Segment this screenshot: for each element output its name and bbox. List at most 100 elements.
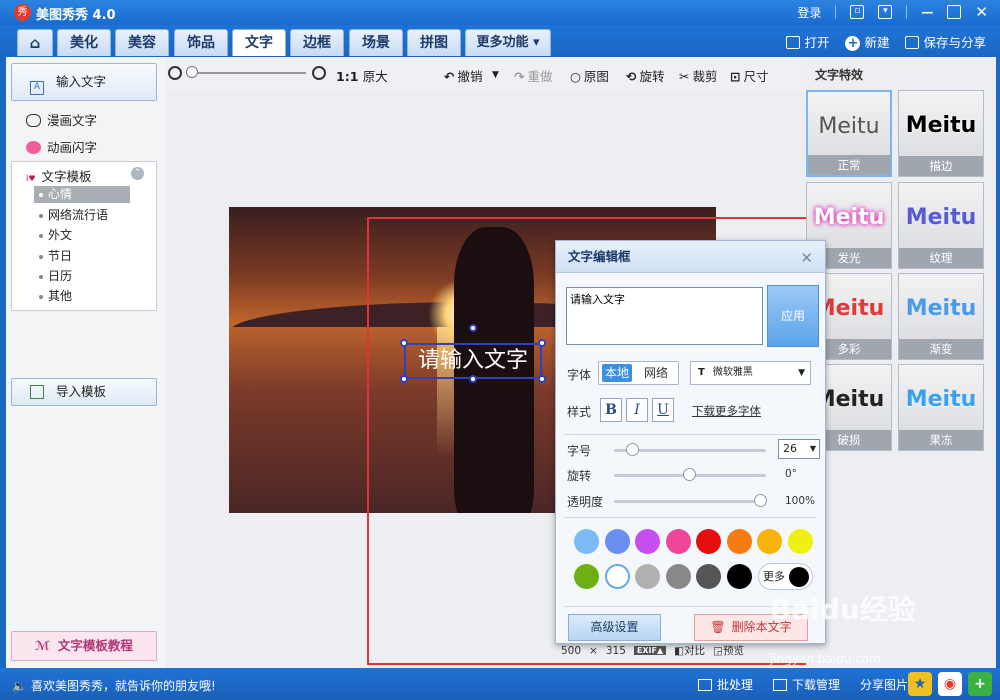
- menu-icon[interactable]: ▾: [878, 5, 893, 19]
- color-swatch[interactable]: [787, 529, 813, 554]
- template-item-other[interactable]: 其他: [34, 288, 130, 305]
- compare-button[interactable]: ◧对比: [674, 643, 705, 658]
- exif-button[interactable]: EXIF▲: [633, 646, 667, 655]
- close-icon[interactable]: ✕: [800, 249, 813, 267]
- underline-button[interactable]: U: [652, 398, 674, 422]
- color-swatch[interactable]: [696, 564, 721, 589]
- color-swatch[interactable]: [726, 529, 752, 554]
- message-icon[interactable]: ▫: [850, 5, 865, 19]
- template-item-mood[interactable]: 心情: [34, 186, 130, 203]
- effect-label: 描边: [899, 156, 983, 176]
- template-item-foreign[interactable]: 外文: [34, 227, 130, 244]
- more-colors-button[interactable]: 更多: [758, 563, 813, 590]
- tab-frame[interactable]: 边框: [290, 29, 344, 56]
- actual-size-button[interactable]: 1:1 原大: [336, 66, 388, 85]
- new-button[interactable]: + 新建: [845, 32, 889, 51]
- status-message: 🔈 喜欢美图秀秀，就告诉你的朋友哦!: [12, 677, 216, 694]
- font-select[interactable]: T 微软雅黑 ▼: [690, 361, 811, 385]
- rotation-knob[interactable]: [683, 468, 696, 481]
- color-swatch[interactable]: [665, 564, 691, 589]
- close-icon[interactable]: ✕: [975, 3, 988, 21]
- minimize-icon[interactable]: —: [921, 5, 933, 19]
- collapse-icon[interactable]: ⌃: [131, 167, 144, 180]
- rotate-button[interactable]: ⟲ 旋转: [626, 66, 665, 85]
- color-swatch[interactable]: [635, 564, 660, 589]
- comic-text-item[interactable]: 漫画文字: [26, 110, 97, 129]
- tab-collage[interactable]: 拼图: [407, 29, 461, 56]
- template-tutorial-button[interactable]: ℳ 文字模板教程: [11, 631, 157, 661]
- rotation-value: 0°: [785, 468, 797, 480]
- input-text-button[interactable]: A 输入文字: [11, 63, 157, 101]
- bold-button[interactable]: B: [600, 398, 622, 422]
- color-swatch[interactable]: [665, 529, 691, 554]
- font-size-select[interactable]: 26 ▼: [778, 439, 820, 459]
- italic-button[interactable]: I: [626, 398, 648, 422]
- footprint-icon: ℳ: [35, 638, 50, 653]
- effect-gradient[interactable]: Meitu 渐变: [898, 273, 984, 360]
- color-swatch[interactable]: [757, 529, 782, 554]
- color-swatch[interactable]: [726, 564, 752, 589]
- crop-button[interactable]: ✂ 裁剪: [679, 66, 718, 85]
- text-input[interactable]: 请输入文字: [566, 287, 763, 345]
- login-link[interactable]: 登录: [797, 4, 821, 21]
- undo-dropdown-icon[interactable]: ▼: [492, 70, 499, 80]
- share-image-button[interactable]: 分享图片: [860, 676, 908, 693]
- zoom-slider-knob[interactable]: [186, 66, 198, 78]
- preview-button[interactable]: ◲预览: [713, 643, 744, 658]
- effect-stroke[interactable]: Meitu 描边: [898, 90, 984, 177]
- folder-icon: [786, 36, 801, 49]
- download-manager-button[interactable]: 下载管理: [772, 676, 840, 693]
- style-label: 样式: [567, 405, 592, 419]
- color-swatch[interactable]: [574, 564, 599, 589]
- weibo-icon[interactable]: ◉: [938, 672, 962, 696]
- tab-accessories[interactable]: 饰品: [174, 29, 228, 56]
- animated-text-item[interactable]: 动画闪字: [26, 137, 97, 156]
- zoom-slider[interactable]: [186, 72, 306, 74]
- color-swatch[interactable]: [604, 529, 630, 554]
- dialog-title[interactable]: 文字编辑框: [556, 241, 825, 273]
- color-swatch[interactable]: [574, 529, 599, 554]
- template-header[interactable]: I♥ 文字模板: [26, 166, 92, 185]
- color-swatch[interactable]: [696, 529, 721, 554]
- batch-label: 批处理: [716, 678, 753, 692]
- advanced-settings-button[interactable]: 高级设置: [568, 614, 661, 641]
- import-template-button[interactable]: 导入模板: [11, 378, 157, 406]
- zoom-in-icon[interactable]: [312, 66, 326, 80]
- open-button[interactable]: 打开: [786, 32, 829, 51]
- font-network-tab[interactable]: 网络: [641, 364, 671, 382]
- color-swatch[interactable]: [604, 564, 630, 589]
- effect-jelly[interactable]: Meitu 果冻: [898, 364, 984, 451]
- tab-home[interactable]: ⌂: [17, 29, 53, 56]
- template-item-holiday[interactable]: 节日: [34, 248, 130, 265]
- original-label: 原图: [583, 69, 609, 84]
- apply-button[interactable]: 应用: [767, 285, 819, 347]
- color-swatch[interactable]: [635, 529, 660, 554]
- status-bar: 🔈 喜欢美图秀秀，就告诉你的朋友哦! 批处理 下载管理 分享图片 ★ ◉ +: [0, 668, 1000, 700]
- text-template-panel: I♥ 文字模板 ⌃ 心情 网络流行语 外文 节日 日历 其他: [11, 161, 157, 311]
- font-local-tab[interactable]: 本地: [602, 364, 633, 382]
- opacity-knob[interactable]: [754, 494, 767, 507]
- maximize-icon[interactable]: [947, 5, 962, 19]
- batch-process-button[interactable]: 批处理: [697, 676, 753, 693]
- save-share-button[interactable]: 保存与分享: [905, 32, 986, 51]
- image-toolbar: 1:1 原大 ↶ 撤销 ▼ ↷ 重做 ○ 原图 ⟲ 旋转 ✂ 裁剪 ⊡ 尺寸: [166, 57, 806, 91]
- original-image-button[interactable]: ○ 原图: [570, 66, 609, 85]
- tab-beautify[interactable]: 美化: [57, 29, 111, 56]
- font-size-knob[interactable]: [626, 443, 639, 456]
- resize-button[interactable]: ⊡ 尺寸: [730, 66, 769, 85]
- tab-scene[interactable]: 场景: [349, 29, 403, 56]
- add-icon[interactable]: +: [968, 672, 992, 696]
- opacity-slider[interactable]: [614, 500, 766, 503]
- effect-normal[interactable]: Meitu 正常: [806, 90, 892, 177]
- redo-button[interactable]: ↷ 重做: [514, 66, 553, 85]
- tab-more-features[interactable]: 更多功能 ▾: [465, 29, 551, 56]
- zoom-out-icon[interactable]: [168, 66, 182, 80]
- tab-beauty[interactable]: 美容: [115, 29, 169, 56]
- template-item-calendar[interactable]: 日历: [34, 268, 130, 285]
- star-icon[interactable]: ★: [908, 672, 932, 696]
- download-more-fonts-link[interactable]: 下载更多字体: [692, 403, 761, 419]
- template-item-internet-slang[interactable]: 网络流行语: [34, 207, 130, 224]
- undo-button[interactable]: ↶ 撤销: [444, 66, 483, 85]
- effect-texture[interactable]: Meitu 纹理: [898, 182, 984, 269]
- tab-text[interactable]: 文字: [232, 29, 286, 56]
